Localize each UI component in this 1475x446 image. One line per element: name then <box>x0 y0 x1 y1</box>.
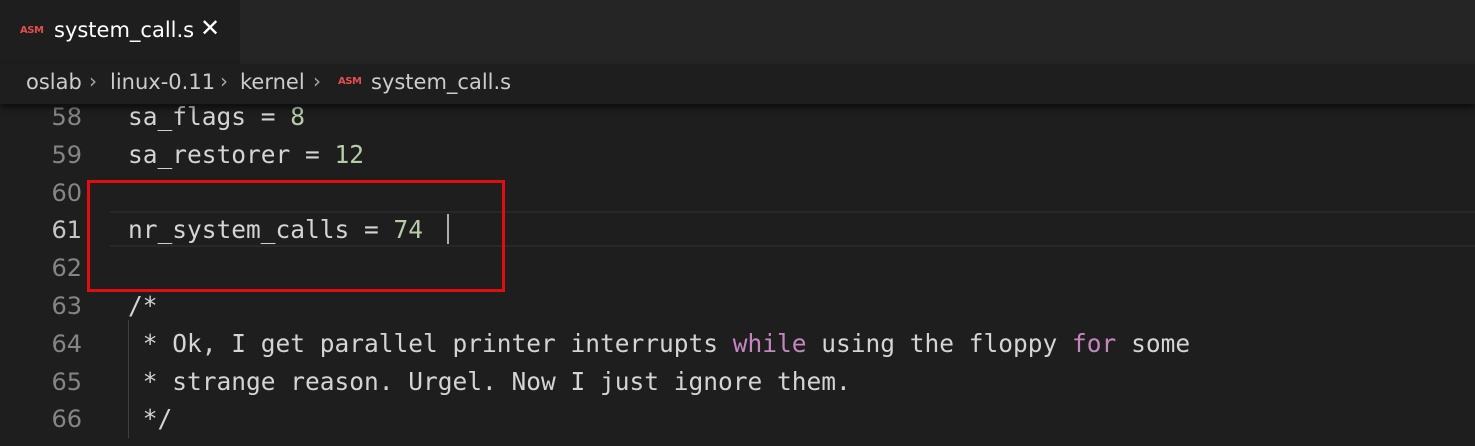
code-line[interactable]: 59 sa_restorer = 12 <box>0 142 1475 180</box>
code-text: sa_restorer = 12 <box>128 140 365 169</box>
breadcrumb-item-file[interactable]: system_call.s <box>371 70 511 94</box>
annotation-highlight-box <box>87 180 505 292</box>
tab-label[interactable]: system_call.s <box>54 18 194 42</box>
tab-bar: ASM system_call.s ✕ <box>0 0 1475 64</box>
breadcrumb-item-oslab[interactable]: oslab <box>26 70 82 94</box>
code-line[interactable]: 65 * strange reason. Urgel. Now I just i… <box>0 369 1475 407</box>
line-number: 63 <box>51 292 82 320</box>
code-text: */ <box>128 404 173 433</box>
line-number: 59 <box>51 141 82 169</box>
close-icon[interactable]: ✕ <box>200 14 220 42</box>
asm-file-icon: ASM <box>20 25 44 36</box>
code-text: * strange reason. Urgel. Now I just igno… <box>128 367 851 396</box>
line-number: 61 <box>51 216 82 244</box>
breadcrumb-item-linux[interactable]: linux-0.11 <box>110 70 215 94</box>
code-line[interactable]: 58 sa_flags = 8 <box>0 104 1475 142</box>
asm-file-icon: ASM <box>338 76 362 87</box>
line-number: 60 <box>51 179 82 207</box>
chevron-right-icon: › <box>89 69 97 93</box>
breadcrumb: oslab › linux-0.11 › kernel › ASM system… <box>0 64 1475 104</box>
line-number: 65 <box>51 368 82 396</box>
line-number: 58 <box>51 103 82 131</box>
breadcrumb-item-kernel[interactable]: kernel <box>240 70 305 94</box>
chevron-right-icon: › <box>220 69 228 93</box>
tab-system-call[interactable]: ASM system_call.s ✕ <box>0 0 240 64</box>
line-number: 64 <box>51 330 82 358</box>
code-text: sa_flags = 8 <box>128 102 306 131</box>
code-editor[interactable]: 58 sa_flags = 8 59 sa_restorer = 12 60 6… <box>0 104 1475 446</box>
code-line[interactable]: 66 */ <box>0 406 1475 444</box>
code-line[interactable]: 64 * Ok, I get parallel printer interrup… <box>0 331 1475 369</box>
line-number: 62 <box>51 254 82 282</box>
code-text: /* <box>128 291 158 320</box>
chevron-right-icon: › <box>313 69 321 93</box>
code-line[interactable]: 63 /* <box>0 293 1475 331</box>
line-number: 66 <box>51 405 82 433</box>
code-text: * Ok, I get parallel printer interrupts … <box>128 329 1191 358</box>
